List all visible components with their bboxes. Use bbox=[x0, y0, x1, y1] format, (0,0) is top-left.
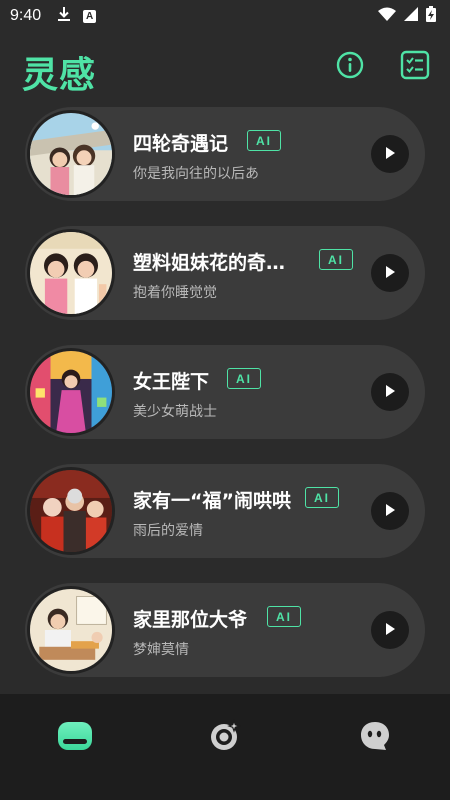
info-icon bbox=[336, 51, 364, 83]
story-card[interactable]: 家里那位大爷 AI 梦婶莫情 bbox=[25, 583, 425, 677]
battery-charging-icon bbox=[426, 5, 436, 27]
story-subtitle: 抱着你睡觉觉 bbox=[133, 285, 217, 301]
bottom-nav bbox=[0, 694, 450, 800]
checklist-icon bbox=[400, 50, 430, 84]
ai-badge: AI bbox=[227, 368, 261, 389]
story-title: 家有一“福”闹哄哄 bbox=[133, 490, 291, 512]
story-thumbnail bbox=[27, 110, 115, 198]
play-button[interactable] bbox=[371, 492, 409, 530]
story-card[interactable]: 女王陛下 AI 美少女萌战士 bbox=[25, 345, 425, 439]
story-card[interactable]: 家有一“福”闹哄哄 AI 雨后的爱情 bbox=[25, 464, 425, 558]
story-thumbnail bbox=[27, 467, 115, 555]
play-icon bbox=[383, 621, 397, 640]
story-card[interactable]: 塑料姐妹花的奇… AI 抱着你睡觉觉 bbox=[25, 226, 425, 320]
page-title: 灵感 bbox=[22, 55, 97, 96]
play-button[interactable] bbox=[371, 135, 409, 173]
task-list-button[interactable] bbox=[398, 50, 432, 84]
story-title: 四轮奇遇记 bbox=[133, 133, 229, 155]
play-button[interactable] bbox=[371, 611, 409, 649]
ai-badge: AI bbox=[305, 487, 339, 508]
nav-item-chat[interactable] bbox=[300, 694, 450, 800]
story-card[interactable]: 四轮奇遇记 AI 你是我向往的以后あ bbox=[25, 107, 425, 201]
chat-icon bbox=[358, 719, 392, 757]
story-thumbnail bbox=[27, 229, 115, 317]
ai-badge: AI bbox=[247, 130, 281, 151]
ai-badge: AI bbox=[319, 249, 353, 270]
story-subtitle: 梦婶莫情 bbox=[133, 642, 189, 658]
story-title: 塑料姐妹花的奇… bbox=[133, 252, 286, 274]
ai-badge: AI bbox=[267, 606, 301, 627]
nav-item-discover[interactable] bbox=[150, 694, 300, 800]
download-icon bbox=[57, 6, 71, 27]
story-title: 家里那位大爷 bbox=[133, 609, 248, 631]
info-button[interactable] bbox=[333, 50, 367, 84]
story-thumbnail bbox=[27, 348, 115, 436]
a-badge-icon: A bbox=[83, 9, 97, 23]
wifi-icon bbox=[378, 7, 396, 26]
play-button[interactable] bbox=[371, 254, 409, 292]
play-icon bbox=[383, 145, 397, 164]
signal-icon bbox=[404, 6, 418, 26]
home-icon bbox=[57, 720, 93, 756]
story-title: 女王陛下 bbox=[133, 371, 210, 393]
play-button[interactable] bbox=[371, 373, 409, 411]
play-icon bbox=[383, 264, 397, 283]
story-subtitle: 美少女萌战士 bbox=[133, 404, 217, 420]
status-left-icons: A bbox=[57, 6, 97, 27]
story-subtitle: 雨后的爱情 bbox=[133, 523, 203, 539]
status-bar: 9:40 A bbox=[0, 0, 450, 32]
status-right-icons bbox=[378, 5, 436, 27]
play-icon bbox=[383, 502, 397, 521]
nav-item-home[interactable] bbox=[0, 694, 150, 800]
play-icon bbox=[383, 383, 397, 402]
story-subtitle: 你是我向往的以后あ bbox=[133, 166, 259, 182]
status-time: 9:40 bbox=[10, 7, 42, 24]
story-thumbnail bbox=[27, 586, 115, 674]
header: 灵感 bbox=[0, 42, 450, 98]
discover-icon bbox=[208, 719, 242, 757]
